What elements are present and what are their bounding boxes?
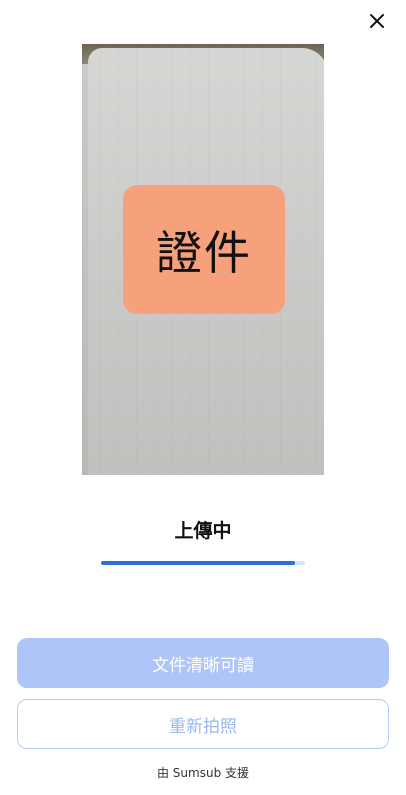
document-badge-label: 證件 — [156, 225, 252, 280]
upload-status-title: 上傳中 — [174, 520, 232, 542]
document-readable-button[interactable]: 文件清晰可讀 — [17, 638, 389, 688]
close-icon — [370, 14, 384, 28]
upload-progress-fill — [101, 561, 295, 565]
retake-photo-button[interactable]: 重新拍照 — [17, 699, 389, 749]
document-photo-preview: 證件 — [82, 44, 324, 475]
document-badge: 證件 — [123, 185, 285, 314]
upload-screen: 證件 上傳中 文件清晰可讀 重新拍照 由 Sumsub 支援 — [0, 0, 406, 795]
close-button[interactable] — [362, 6, 392, 36]
powered-by-footer: 由 Sumsub 支援 — [156, 766, 250, 780]
upload-progress-bar — [101, 561, 305, 565]
